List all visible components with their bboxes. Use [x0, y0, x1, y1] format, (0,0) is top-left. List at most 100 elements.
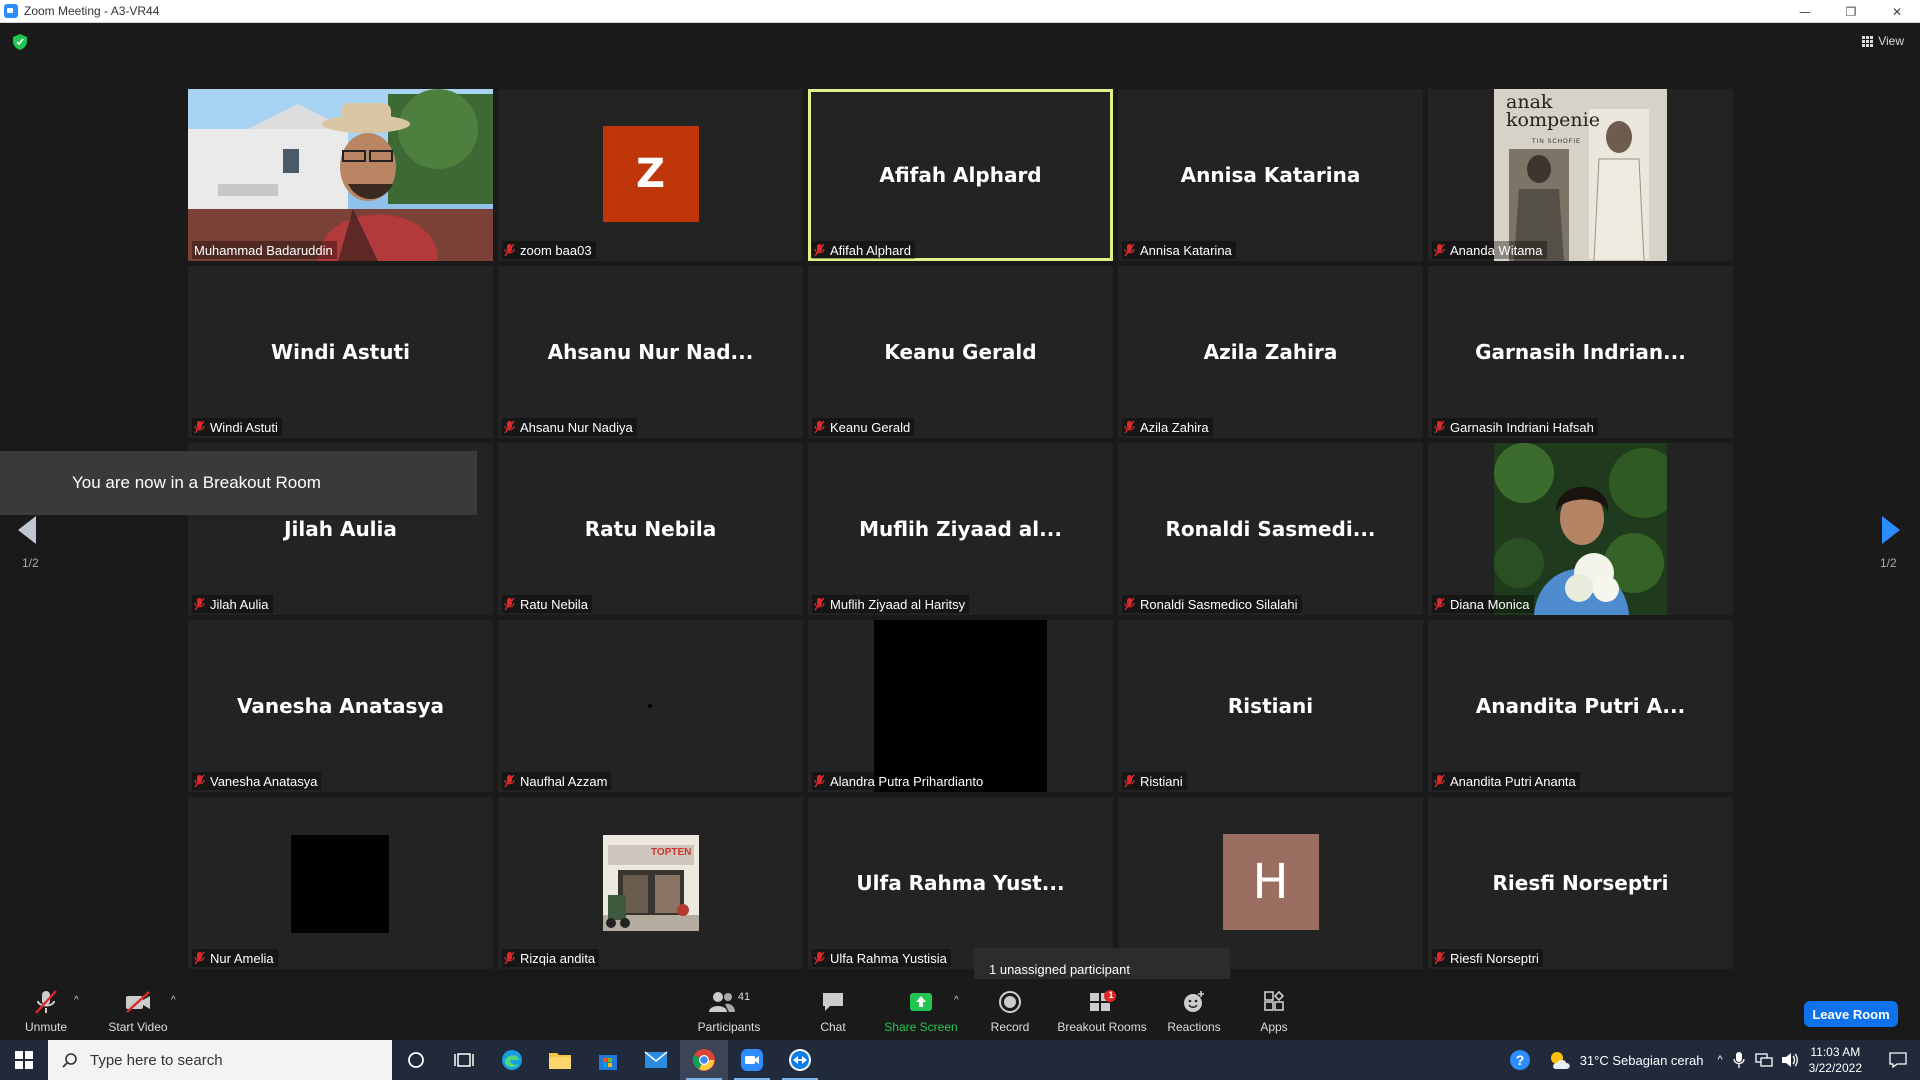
audio-options-caret-icon[interactable]: ^ [74, 995, 79, 1006]
start-video-button[interactable]: Start Video [104, 979, 172, 1040]
participant-tile[interactable]: Muflih Ziyaad al... Muflih Ziyaad al Hari… [808, 443, 1113, 615]
record-button[interactable]: Record [985, 979, 1035, 1040]
next-page-arrow-icon[interactable] [1882, 516, 1900, 544]
muted-microphone-icon [1434, 597, 1445, 611]
participant-name: Windi Astuti [210, 419, 278, 435]
apps-button[interactable]: Apps [1252, 979, 1296, 1040]
participant-tile[interactable]: TOPTEN Rizqia andita [498, 797, 803, 969]
system-tray: ? 31°C Sebagian cerah ^ 11:03 AM 3/22/20… [1500, 1040, 1920, 1080]
view-label: View [1878, 34, 1904, 48]
share-options-caret-icon[interactable]: ^ [954, 995, 959, 1006]
unmute-button[interactable]: Unmute [18, 979, 74, 1040]
book-author: TIN SCHOFIE [1532, 139, 1582, 145]
participant-name: Ulfa Rahma Yustisia [830, 950, 947, 966]
record-icon [999, 991, 1021, 1013]
participant-name-label: Annisa Katarina [1122, 241, 1236, 259]
participant-name: Naufhal Azzam [520, 773, 608, 789]
help-question-icon: ? [1509, 1050, 1530, 1070]
participant-tile[interactable]: Afifah Alphard Afifah Alphard [808, 89, 1113, 261]
zoom-taskbar-button[interactable] [728, 1040, 776, 1080]
taskbar-search-box[interactable]: Type here to search [48, 1040, 392, 1080]
participant-name: Keanu Gerald [830, 419, 911, 435]
close-button[interactable]: ✕ [1874, 0, 1920, 23]
clock[interactable]: 11:03 AM 3/22/2022 [1809, 1044, 1862, 1076]
weather-text[interactable]: 31°C Sebagian cerah [1580, 1053, 1704, 1068]
participant-tile[interactable]: Naufhal Azzam [498, 620, 803, 792]
participant-tile[interactable]: Ronaldi Sasmedi... Ronaldi Sasmedico Sila… [1118, 443, 1423, 615]
muted-microphone-icon [1434, 774, 1445, 788]
participants-button[interactable]: 41 Participants [690, 979, 768, 1040]
share-screen-label: Share Screen [884, 1020, 958, 1034]
muted-microphone-icon [194, 597, 205, 611]
folder-icon [549, 1053, 571, 1069]
muted-microphone-icon [1124, 420, 1135, 434]
reactions-button[interactable]: Reactions [1164, 979, 1224, 1040]
participant-name: Ahsanu Nur Nadiya [520, 419, 633, 435]
muted-microphone-icon [1124, 597, 1135, 611]
edge-taskbar-button[interactable] [488, 1040, 536, 1080]
notifications-button[interactable] [1876, 1040, 1920, 1080]
participant-tile[interactable]: Ristiani Ristiani [1118, 620, 1423, 792]
participant-name: Rizqia andita [520, 950, 596, 966]
participant-tile[interactable]: Anandita Putri A... Anandita Putri Ananta [1428, 620, 1733, 792]
participant-tile[interactable]: Keanu Gerald Keanu Gerald [808, 266, 1113, 438]
mail-envelope-icon [644, 1051, 668, 1068]
zoom-app-icon [4, 4, 18, 18]
participant-tile[interactable]: Alandra Putra Prihardianto [808, 620, 1113, 792]
cortana-circle-icon [408, 1052, 424, 1068]
minimize-button[interactable]: — [1782, 0, 1828, 23]
participant-tile[interactable]: Ahsanu Nur Nad... Ahsanu Nur Nadiya [498, 266, 803, 438]
help-button[interactable]: ? [1500, 1040, 1540, 1080]
video-options-caret-icon[interactable]: ^ [171, 995, 176, 1006]
tray-overflow-chevron-icon[interactable]: ^ [1717, 1054, 1722, 1066]
participant-tile[interactable]: anak kompenie TIN SCHOFIE Ananda Witama [1428, 89, 1733, 261]
participant-tile[interactable]: Hay [1118, 797, 1423, 969]
participant-tile[interactable]: Muhammad Badaruddin [188, 89, 493, 261]
profile-picture [291, 835, 389, 933]
volume-icon[interactable] [1781, 1052, 1799, 1068]
participant-tile[interactable]: Vanesha Anatasya Vanesha Anatasya [188, 620, 493, 792]
file-explorer-button[interactable] [536, 1040, 584, 1080]
chat-button[interactable]: Chat [808, 979, 858, 1040]
teamviewer-taskbar-button[interactable] [776, 1040, 824, 1080]
breakout-room-notice: You are now in a Breakout Room [0, 451, 477, 515]
participant-tile[interactable]: Azila Zahira Azila Zahira [1118, 266, 1423, 438]
participant-name: Anandita Putri Ananta [1450, 773, 1576, 789]
muted-microphone-icon [504, 243, 515, 257]
participant-name-label: Rizqia andita [502, 949, 600, 967]
start-button[interactable] [0, 1040, 48, 1080]
leave-room-button[interactable]: Leave Room [1804, 1001, 1898, 1027]
previous-page-arrow-icon[interactable] [18, 516, 36, 544]
clock-date: 3/22/2022 [1808, 1061, 1862, 1075]
microphone-tray-icon[interactable] [1732, 1051, 1745, 1069]
participant-display-name: Ristiani [1227, 694, 1314, 718]
task-view-icon [454, 1053, 474, 1067]
participant-tile[interactable]: Nur Amelia [188, 797, 493, 969]
participant-tile[interactable]: Riesfi Norseptri Riesfi Norseptri [1428, 797, 1733, 969]
participant-display-name: Ulfa Rahma Yust... [856, 871, 1065, 895]
participant-tile[interactable]: Windi Astuti Windi Astuti [188, 266, 493, 438]
participant-name-label: Vanesha Anatasya [192, 772, 322, 790]
participant-tile[interactable]: Ratu Nebila Ratu Nebila [498, 443, 803, 615]
task-view-button[interactable] [440, 1040, 488, 1080]
avatar: H [1222, 834, 1319, 930]
profile-picture [648, 704, 652, 708]
cortana-button[interactable] [392, 1040, 440, 1080]
participant-tile[interactable]: Garnasih Indrian... Garnasih Indriani Haf… [1428, 266, 1733, 438]
breakout-rooms-button[interactable]: 1 Breakout Rooms [1056, 979, 1148, 1040]
view-button[interactable]: View [1862, 34, 1904, 48]
notification-speech-icon [1889, 1052, 1907, 1068]
restore-button[interactable]: ❐ [1828, 0, 1874, 23]
network-icon[interactable] [1754, 1052, 1773, 1068]
mail-button[interactable] [632, 1040, 680, 1080]
edge-browser-icon [502, 1050, 522, 1070]
encryption-shield-icon[interactable] [13, 34, 27, 50]
participant-tile[interactable]: Ulfa Rahma Yust... Ulfa Rahma Yustisia [808, 797, 1113, 969]
chrome-taskbar-button[interactable] [680, 1040, 728, 1080]
participant-tile[interactable]: Diana Monica [1428, 443, 1733, 615]
store-button[interactable] [584, 1040, 632, 1080]
participant-tile[interactable]: Zzoom baa03 [498, 89, 803, 261]
participant-name: Jilah Aulia [210, 596, 269, 612]
share-screen-button[interactable]: Share Screen [882, 979, 960, 1040]
participant-tile[interactable]: Annisa Katarina Annisa Katarina [1118, 89, 1423, 261]
